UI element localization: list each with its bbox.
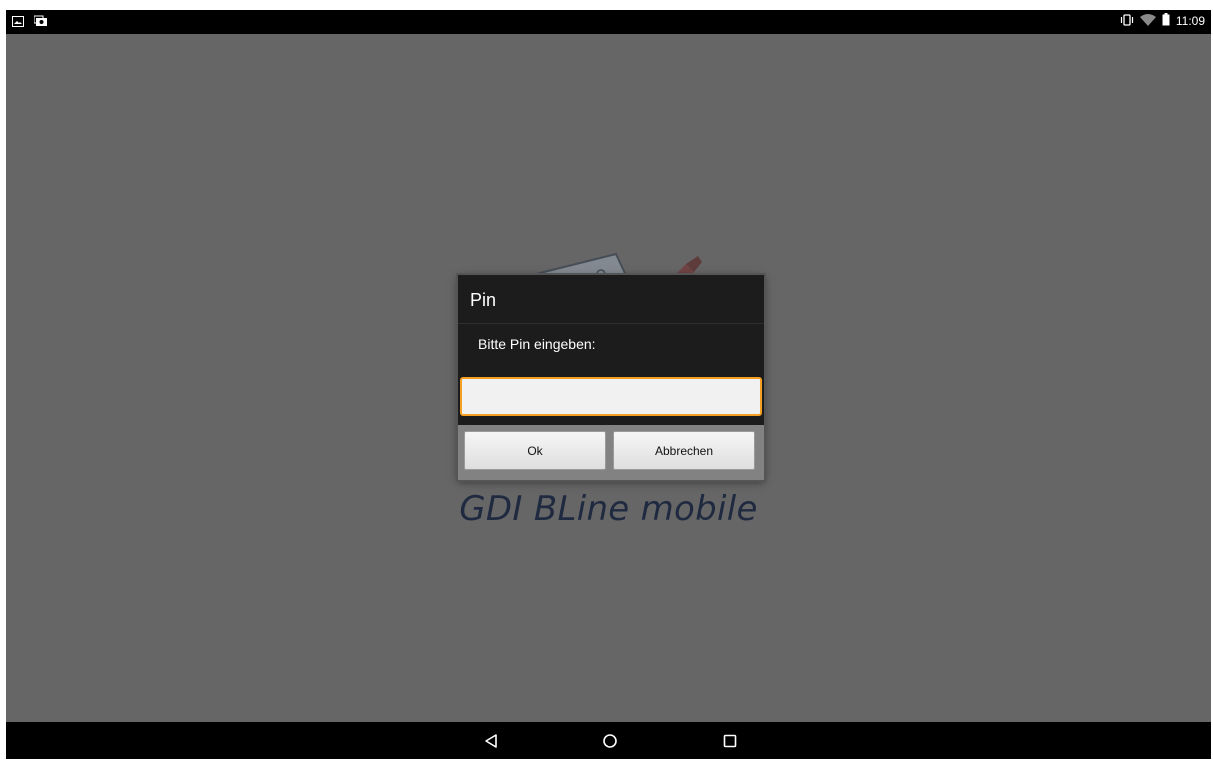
pin-dialog: Pin Bitte Pin eingeben: Ok Abbrechen — [458, 275, 764, 480]
screenshot-notification-icon — [33, 14, 48, 32]
status-bar-left — [12, 14, 48, 32]
recents-icon[interactable] — [719, 730, 741, 752]
status-bar-right: 11:09 — [1120, 13, 1205, 29]
ok-button[interactable]: Ok — [464, 431, 606, 470]
app-title: GDI BLine mobile — [459, 489, 758, 529]
dialog-title-divider — [458, 323, 764, 324]
back-icon[interactable] — [480, 730, 502, 752]
home-icon[interactable] — [599, 730, 621, 752]
navigation-bar — [6, 722, 1211, 759]
pin-input[interactable] — [460, 377, 762, 416]
battery-icon — [1162, 13, 1170, 29]
status-time: 11:09 — [1175, 14, 1205, 28]
dialog-message: Bitte Pin eingeben: — [478, 336, 596, 352]
dialog-title: Pin — [470, 290, 497, 310]
wifi-icon — [1139, 13, 1156, 29]
dialog-button-bar: Ok Abbrechen — [458, 425, 764, 480]
status-bar: 11:09 — [6, 10, 1211, 34]
cancel-button[interactable]: Abbrechen — [613, 431, 755, 470]
device-screen: 11:09 GDI BLine mobile Pin Bitte Pin ein… — [6, 10, 1211, 759]
app-content: GDI BLine mobile Pin Bitte Pin eingeben:… — [6, 34, 1211, 722]
image-notification-icon — [12, 14, 24, 32]
vibrate-icon — [1120, 13, 1134, 29]
